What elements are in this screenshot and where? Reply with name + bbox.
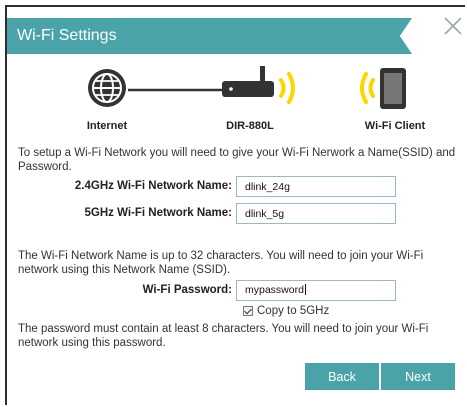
router-icon: [222, 66, 274, 97]
internet-label: Internet: [86, 120, 128, 132]
text-caret: [304, 284, 306, 295]
ssid-5-label: 5GHz Wi-Fi Network Name:: [84, 207, 232, 219]
ssid-help-text: The Wi-Fi Network Name is up to 32 chara…: [18, 250, 424, 276]
network-diagram: Internet DIR-880L Wi-Fi Client: [0, 62, 467, 142]
copy-to-5ghz-row[interactable]: Copy to 5GHz: [243, 305, 329, 317]
dialog-title: Wi-Fi Settings: [17, 27, 117, 44]
wifi-signal-icon: [279, 72, 295, 104]
router-label: DIR-880L: [226, 120, 274, 132]
back-button[interactable]: Back: [305, 363, 379, 390]
password-label: Wi-Fi Password:: [142, 284, 232, 296]
password-input[interactable]: mypassword: [236, 280, 396, 301]
tablet-icon: [380, 68, 406, 109]
ssid-24-label: 2.4GHz Wi-Fi Network Name:: [74, 180, 232, 192]
copy-to-5ghz-checkbox[interactable]: [243, 306, 253, 316]
intro-text: To setup a Wi-Fi Network you will need t…: [18, 147, 456, 173]
ssid-5-input[interactable]: [236, 203, 396, 224]
ssid-24-input[interactable]: [236, 176, 396, 197]
wifi-signal-icon: [360, 72, 375, 104]
password-help-text: The password must contain at least 8 cha…: [18, 323, 429, 349]
globe-icon: [88, 69, 126, 107]
close-icon[interactable]: [441, 14, 465, 38]
next-button[interactable]: Next: [381, 363, 455, 390]
password-value: mypassword: [245, 284, 304, 296]
copy-to-5ghz-label: Copy to 5GHz: [257, 305, 330, 317]
client-label: Wi-Fi Client: [364, 120, 426, 132]
